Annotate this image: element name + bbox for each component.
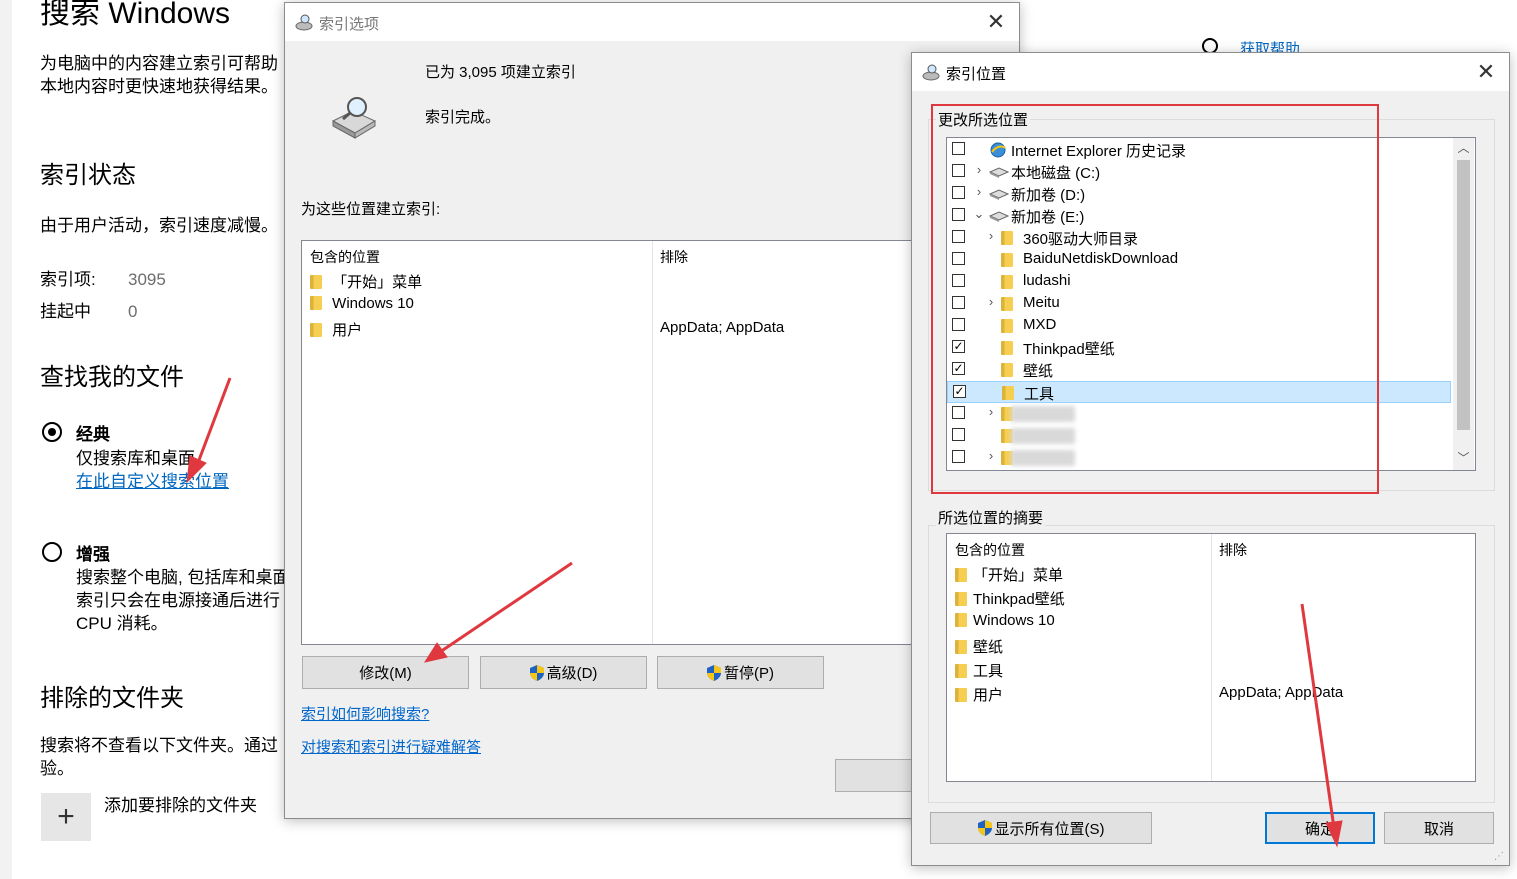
excluded-heading: 排除的文件夹 bbox=[40, 685, 184, 712]
index-locations-title: 索引位置 bbox=[946, 66, 1007, 83]
col-included-header: 包含的位置 bbox=[955, 542, 1025, 558]
index-locations-titlebar: 索引位置 ✕ bbox=[912, 53, 1509, 91]
list-item-exclude: AppData; AppData bbox=[1219, 684, 1344, 701]
modify-button[interactable]: 修改(M) bbox=[302, 656, 469, 689]
classic-label: 经典 bbox=[76, 425, 110, 444]
pause-button[interactable]: 暂停(P) bbox=[657, 656, 824, 689]
column-divider bbox=[652, 241, 653, 644]
index-options-titlebar: 索引选项 ✕ bbox=[285, 3, 1019, 41]
pending-value: 0 bbox=[128, 302, 138, 321]
intro-line-1: 为电脑中的内容建立索引可帮助 bbox=[40, 54, 278, 73]
enhanced-desc-3: CPU 消耗。 bbox=[76, 614, 168, 633]
advanced-button[interactable]: 高级(D) bbox=[480, 656, 647, 689]
list-item[interactable]: 用户 bbox=[955, 684, 1003, 705]
search-drive-icon bbox=[295, 13, 313, 31]
search-drive-icon bbox=[922, 63, 940, 81]
enhanced-desc-2: 索引只会在电源接通后进行 bbox=[76, 591, 280, 610]
uac-shield-icon bbox=[977, 820, 992, 836]
customize-locations-link[interactable]: 在此自定义搜索位置 bbox=[76, 470, 229, 493]
folder-icon bbox=[955, 568, 967, 582]
excluded-desc-2: 验。 bbox=[40, 759, 74, 778]
folder-icon bbox=[310, 296, 322, 310]
ok-button[interactable]: 确定 bbox=[1265, 812, 1375, 844]
settings-left-edge bbox=[0, 0, 12, 879]
list-item-exclude: AppData; AppData bbox=[660, 319, 785, 336]
index-status-text: 由于用户活动，索引速度减慢。 bbox=[40, 216, 278, 235]
classic-radio[interactable] bbox=[42, 422, 62, 442]
summary-label: 所选位置的摘要 bbox=[936, 507, 1046, 528]
folder-icon bbox=[955, 640, 967, 654]
indexed-value: 3095 bbox=[128, 270, 166, 289]
index-options-title: 索引选项 bbox=[319, 16, 380, 33]
enhanced-radio[interactable] bbox=[42, 542, 62, 562]
col-excluded-header: 排除 bbox=[1219, 542, 1247, 558]
column-divider bbox=[1211, 534, 1212, 781]
resize-grip-icon[interactable]: ⋰ bbox=[1494, 851, 1504, 862]
plus-icon: + bbox=[57, 800, 75, 833]
folder-icon bbox=[955, 592, 967, 606]
pending-label: 挂起中 bbox=[40, 302, 91, 321]
close-icon[interactable]: ✕ bbox=[983, 9, 1009, 35]
add-excluded-folder-label: 添加要排除的文件夹 bbox=[104, 796, 257, 815]
get-help-link[interactable]: 获取帮助 bbox=[1240, 38, 1300, 52]
folder-icon bbox=[310, 323, 322, 337]
index-locations-label: 为这些位置建立索引: bbox=[301, 201, 441, 218]
list-item[interactable]: Windows 10 bbox=[955, 612, 1055, 629]
classic-desc: 仅搜索库和桌面 bbox=[76, 449, 195, 468]
list-item[interactable]: 「开始」菜单 bbox=[955, 564, 1063, 585]
close-icon[interactable]: ✕ bbox=[1473, 59, 1499, 85]
col-included-header: 包含的位置 bbox=[310, 249, 380, 265]
folder-icon bbox=[955, 613, 967, 627]
col-excluded-header: 排除 bbox=[660, 249, 688, 265]
add-excluded-folder-button[interactable]: + bbox=[41, 793, 91, 841]
indexing-drive-icon bbox=[329, 95, 379, 139]
index-options-dialog: 索引选项 ✕ 已为 3,095 项建立索引 索引完成。 为这些位置建立索引: 包… bbox=[284, 2, 1023, 819]
list-item[interactable]: Windows 10 bbox=[310, 295, 414, 312]
list-item[interactable]: 壁纸 bbox=[955, 636, 1003, 657]
show-all-locations-button[interactable]: 显示所有位置(S) bbox=[930, 812, 1152, 844]
scroll-up-icon[interactable]: ︿ bbox=[1453, 138, 1474, 158]
indexing-status-text: 索引完成。 bbox=[425, 109, 501, 126]
uac-shield-icon bbox=[529, 664, 544, 681]
vertical-scrollbar[interactable]: ︿ ﹀ bbox=[1453, 138, 1474, 470]
intro-line-2: 本地内容时更快速地获得结果。 bbox=[40, 77, 278, 96]
how-indexing-affects-link[interactable]: 索引如何影响搜索? bbox=[301, 703, 429, 724]
list-item[interactable]: 用户 bbox=[310, 319, 362, 340]
summary-list[interactable]: 包含的位置 排除 「开始」菜单 Thinkpad壁纸 Windows 10 壁纸… bbox=[946, 533, 1476, 782]
uac-shield-icon bbox=[707, 664, 721, 681]
list-item[interactable]: 「开始」菜单 bbox=[310, 271, 422, 292]
cancel-button[interactable]: 取消 bbox=[1384, 812, 1494, 844]
indexed-label: 索引项: bbox=[40, 270, 96, 289]
folder-icon bbox=[310, 275, 322, 289]
enhanced-label: 增强 bbox=[76, 545, 110, 564]
folder-icon bbox=[955, 664, 967, 678]
page-title: 搜索 Windows bbox=[40, 0, 231, 30]
folder-icon bbox=[955, 688, 967, 702]
scroll-down-icon[interactable]: ﹀ bbox=[1453, 448, 1474, 468]
list-item[interactable]: Thinkpad壁纸 bbox=[955, 588, 1065, 609]
find-files-heading: 查找我的文件 bbox=[40, 364, 184, 391]
index-status-heading: 索引状态 bbox=[40, 162, 136, 189]
indexed-count-text: 已为 3,095 项建立索引 bbox=[425, 64, 576, 81]
list-item[interactable]: 工具 bbox=[955, 660, 1003, 681]
excluded-desc-1: 搜索将不查看以下文件夹。通过 bbox=[40, 736, 278, 755]
scroll-thumb[interactable] bbox=[1457, 160, 1470, 430]
highlight-box bbox=[931, 104, 1379, 494]
troubleshoot-link[interactable]: 对搜索和索引进行疑难解答 bbox=[301, 736, 481, 757]
enhanced-desc-1: 搜索整个电脑, 包括库和桌面 bbox=[76, 568, 290, 587]
